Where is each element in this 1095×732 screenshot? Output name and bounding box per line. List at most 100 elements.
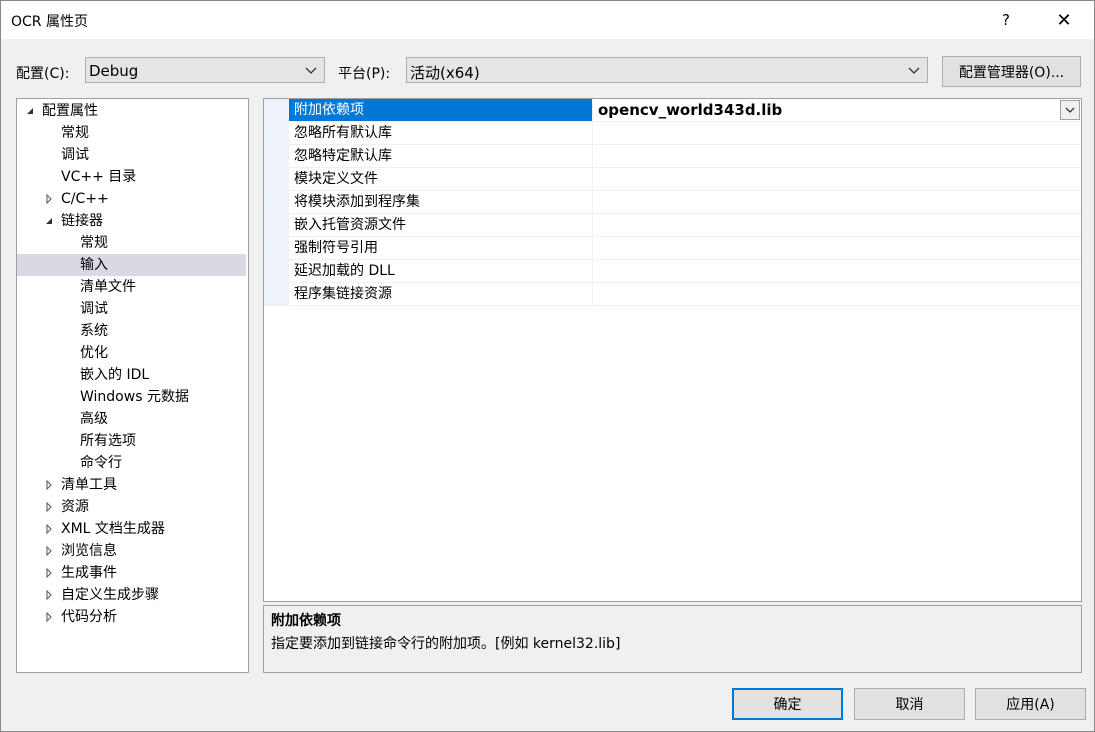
chevron-down-icon	[1065, 107, 1075, 113]
property-value[interactable]	[594, 283, 1079, 305]
tree-item[interactable]: 配置属性	[17, 100, 246, 122]
property-name[interactable]: 将模块添加到程序集	[289, 191, 593, 213]
property-name[interactable]: 附加依赖项	[289, 99, 593, 121]
tree-item[interactable]: 清单工具	[17, 474, 246, 496]
property-name[interactable]: 嵌入托管资源文件	[289, 214, 593, 236]
property-value[interactable]	[594, 191, 1079, 213]
property-grid[interactable]: 附加依赖项 opencv_world343d.lib 忽略所有默认库 忽略特定默认库模…	[263, 98, 1082, 602]
tree-item[interactable]: 清单文件	[17, 276, 246, 298]
property-row[interactable]: 附加依赖项 opencv_world343d.lib	[264, 99, 1081, 122]
help-button[interactable]: ?	[983, 1, 1029, 39]
tree-item[interactable]: 系统	[17, 320, 246, 342]
row-gutter	[264, 168, 289, 190]
property-pages-dialog: OCR 属性页 ? ✕ 配置(C): Debug 平台(P): 活动(x64) …	[0, 0, 1095, 732]
tree-item-label: 常规	[61, 125, 89, 141]
tree-item[interactable]: VC++ 目录	[17, 166, 246, 188]
tree-collapsed-icon[interactable]	[43, 589, 55, 601]
tree-item-label: Windows 元数据	[80, 389, 189, 405]
tree-item[interactable]: C/C++	[17, 188, 246, 210]
tree-collapsed-icon[interactable]	[43, 479, 55, 491]
tree-item-label: 调试	[61, 147, 89, 163]
tree-collapsed-icon[interactable]	[43, 523, 55, 535]
platform-label: 平台(P):	[338, 66, 391, 82]
tree-item[interactable]: Windows 元数据	[17, 386, 246, 408]
configuration-manager-button[interactable]: 配置管理器(O)...	[942, 56, 1081, 87]
tree-item-label: 嵌入的 IDL	[80, 367, 150, 383]
tree-collapsed-icon[interactable]	[43, 545, 55, 557]
apply-button[interactable]: 应用(A)	[975, 688, 1086, 720]
description-title: 附加依赖项	[271, 613, 341, 629]
title-bar[interactable]: OCR 属性页 ? ✕	[1, 1, 1094, 39]
property-name[interactable]: 忽略所有默认库	[289, 122, 593, 144]
row-gutter	[264, 283, 289, 305]
row-gutter	[264, 214, 289, 236]
tree-item-label: 常规	[80, 235, 108, 251]
close-button[interactable]: ✕	[1041, 1, 1087, 39]
tree-item[interactable]: 常规	[17, 232, 246, 254]
tree-item[interactable]: 常规	[17, 122, 246, 144]
property-value[interactable]	[594, 122, 1079, 144]
tree-item[interactable]: 代码分析	[17, 606, 246, 628]
window-title: OCR 属性页	[11, 14, 88, 30]
tree-item[interactable]: 高级	[17, 408, 246, 430]
tree-item[interactable]: 输入	[17, 254, 246, 276]
property-name[interactable]: 程序集链接资源	[289, 283, 593, 305]
property-name[interactable]: 模块定义文件	[289, 168, 593, 190]
tree-expanded-icon[interactable]	[24, 105, 36, 117]
tree-item-label: 清单工具	[61, 477, 117, 493]
tree-item-label: 浏览信息	[61, 543, 117, 559]
property-tree[interactable]: 配置属性 常规 调试 VC++ 目录 C/C++ 链接器 常规 输入 清单文件 调试 系统 优化 嵌入的…	[16, 98, 249, 673]
property-name[interactable]: 强制符号引用	[289, 237, 593, 259]
tree-item[interactable]: 链接器	[17, 210, 246, 232]
property-value[interactable]	[594, 168, 1079, 190]
tree-collapsed-icon[interactable]	[43, 501, 55, 513]
tree-item-label: 调试	[80, 301, 108, 317]
tree-collapsed-icon[interactable]	[43, 193, 55, 205]
chevron-down-icon	[908, 67, 920, 74]
tree-item[interactable]: XML 文档生成器	[17, 518, 246, 540]
tree-collapsed-icon[interactable]	[43, 567, 55, 579]
cancel-button[interactable]: 取消	[854, 688, 965, 720]
property-name[interactable]: 忽略特定默认库	[289, 145, 593, 167]
value-dropdown-button[interactable]	[1060, 100, 1080, 120]
property-row[interactable]: 程序集链接资源	[264, 283, 1081, 306]
tree-item[interactable]: 自定义生成步骤	[17, 584, 246, 606]
config-select[interactable]: Debug	[85, 57, 325, 83]
description-text: 指定要添加到链接命令行的附加项。[例如 kernel32.lib]	[271, 636, 621, 652]
tree-item[interactable]: 优化	[17, 342, 246, 364]
tree-item[interactable]: 资源	[17, 496, 246, 518]
tree-item[interactable]: 嵌入的 IDL	[17, 364, 246, 386]
property-row[interactable]: 模块定义文件	[264, 168, 1081, 191]
row-gutter	[264, 237, 289, 259]
row-gutter	[264, 122, 289, 144]
tree-item[interactable]: 调试	[17, 298, 246, 320]
tree-item[interactable]: 所有选项	[17, 430, 246, 452]
property-value[interactable]	[594, 214, 1079, 236]
tree-item-label: XML 文档生成器	[61, 521, 165, 537]
tree-collapsed-icon[interactable]	[43, 611, 55, 623]
property-row[interactable]: 强制符号引用	[264, 237, 1081, 260]
tree-item[interactable]: 调试	[17, 144, 246, 166]
property-value[interactable]	[594, 145, 1079, 167]
ok-button[interactable]: 确定	[732, 688, 843, 720]
property-value[interactable]	[594, 260, 1079, 282]
property-value[interactable]	[594, 237, 1079, 259]
property-value[interactable]: opencv_world343d.lib	[594, 99, 1079, 121]
tree-item-label: 配置属性	[42, 103, 98, 119]
tree-expanded-icon[interactable]	[43, 215, 55, 227]
row-gutter	[264, 191, 289, 213]
tree-item-label: 清单文件	[80, 279, 136, 295]
tree-item[interactable]: 生成事件	[17, 562, 246, 584]
property-row[interactable]: 将模块添加到程序集	[264, 191, 1081, 214]
tree-item[interactable]: 浏览信息	[17, 540, 246, 562]
config-label: 配置(C):	[16, 66, 70, 82]
tree-item-label: 输入	[80, 257, 108, 273]
property-name[interactable]: 延迟加载的 DLL	[289, 260, 593, 282]
property-row[interactable]: 忽略特定默认库	[264, 145, 1081, 168]
property-row[interactable]: 忽略所有默认库	[264, 122, 1081, 145]
tree-item[interactable]: 命令行	[17, 452, 246, 474]
property-row[interactable]: 嵌入托管资源文件	[264, 214, 1081, 237]
property-row[interactable]: 延迟加载的 DLL	[264, 260, 1081, 283]
tree-item-label: C/C++	[61, 191, 109, 207]
platform-select[interactable]: 活动(x64)	[406, 57, 928, 83]
